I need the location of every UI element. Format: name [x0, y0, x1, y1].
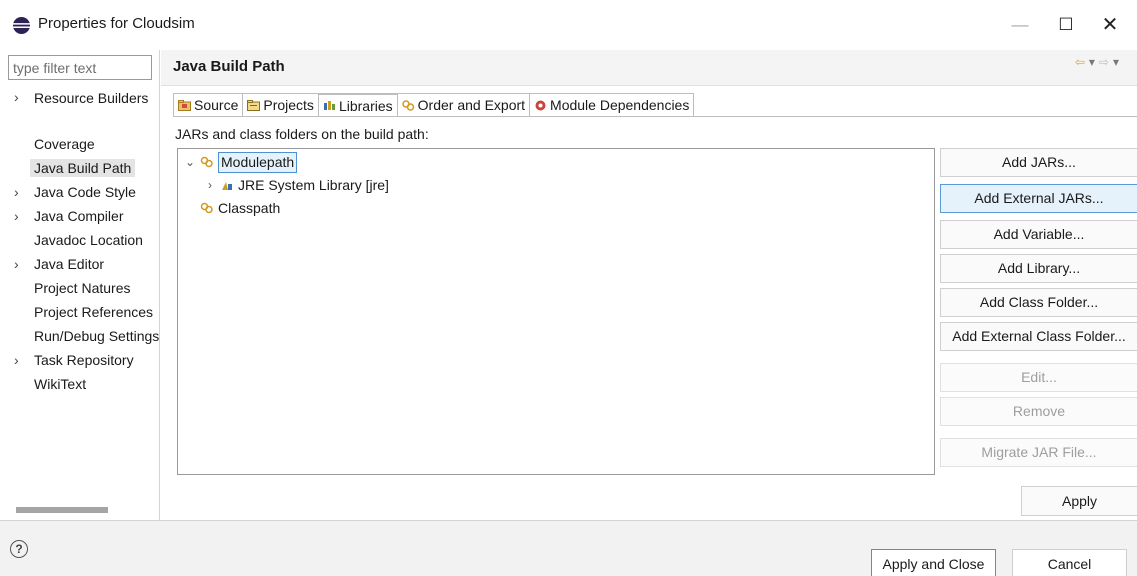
history-nav: ⇦▾⇨▾ [1075, 55, 1123, 69]
tree-item-java-code-style[interactable]: › Java Code Style [0, 180, 160, 204]
order-export-icon [401, 99, 414, 111]
minimize-button[interactable]: — [1000, 10, 1040, 40]
tree-item-label: Java Code Style [34, 184, 136, 200]
apply-button[interactable]: Apply [1021, 486, 1137, 516]
tree-item-javadoc-location[interactable]: Javadoc Location [0, 228, 160, 252]
filter-input[interactable] [8, 55, 152, 80]
tree-item-label: Java Compiler [34, 208, 124, 224]
tree-item-java-editor[interactable]: › Java Editor [0, 252, 160, 276]
module-dependencies-icon [535, 100, 546, 110]
tree-node-label: Classpath [218, 200, 281, 216]
cancel-button[interactable]: Cancel [1012, 549, 1127, 576]
tree-node-classpath[interactable]: Classpath [200, 197, 280, 219]
tree-item-label: Java Editor [34, 256, 105, 272]
tree-item-label: Coverage [34, 136, 95, 152]
eclipse-icon [12, 16, 31, 35]
library-icon [222, 182, 232, 190]
add-external-jars-button[interactable]: Add External JARs... [940, 184, 1137, 213]
tree-item-label: Javadoc Location [34, 232, 143, 248]
projects-icon [247, 99, 261, 111]
page-title: Java Build Path [173, 58, 285, 75]
chevron-right-icon[interactable]: › [14, 252, 19, 276]
tree-item-label: WikiText [34, 376, 87, 392]
help-icon[interactable]: ? [10, 540, 28, 558]
tree-item-run-debug-settings[interactable]: Run/Debug Settings [0, 324, 160, 348]
forward-dropdown-icon[interactable]: ▾ [1113, 55, 1123, 69]
source-folder-icon [178, 99, 191, 111]
edit-button[interactable]: Edit... [940, 363, 1137, 392]
tree-item-label: Resource Builders [34, 90, 149, 106]
tab-label: Module Dependencies [550, 97, 690, 113]
tree-item-resource-builders[interactable]: › Resource Builders [0, 86, 160, 132]
title-bar: Properties for Cloudsim — ☐ ✕ [0, 0, 1137, 50]
back-arrow-icon[interactable]: ⇦ [1075, 55, 1089, 69]
add-class-folder-button[interactable]: Add Class Folder... [940, 288, 1137, 317]
close-button[interactable]: ✕ [1090, 10, 1130, 40]
chevron-right-icon[interactable]: › [14, 204, 19, 228]
preferences-tree: › Resource Builders Coverage Java Build … [0, 86, 160, 396]
build-path-label: JARs and class folders on the build path… [175, 126, 429, 142]
tab-label: Projects [263, 97, 314, 113]
tree-item-java-build-path[interactable]: Java Build Path [0, 156, 160, 180]
tree-item-label: Task Repository [34, 352, 134, 368]
forward-arrow-icon[interactable]: ⇨ [1099, 55, 1113, 69]
libraries-icon [323, 101, 335, 110]
tab-source[interactable]: Source [173, 93, 244, 116]
add-library-button[interactable]: Add Library... [940, 254, 1137, 283]
horizontal-scrollbar[interactable] [16, 507, 108, 513]
tree-item-project-natures[interactable]: Project Natures [0, 276, 160, 300]
build-path-tabs: Source Projects Libraries Order and Expo… [173, 93, 695, 117]
tab-projects[interactable]: Projects [242, 93, 319, 116]
back-dropdown-icon[interactable]: ▾ [1089, 55, 1099, 69]
migrate-jar-button[interactable]: Migrate JAR File... [940, 438, 1137, 467]
path-container-icon [200, 202, 213, 214]
tree-item-label: Java Build Path [30, 159, 136, 177]
remove-button[interactable]: Remove [940, 397, 1137, 426]
tab-label: Source [194, 97, 239, 113]
tree-item-task-repository[interactable]: › Task Repository [0, 348, 160, 372]
tree-node-jre-system-library[interactable]: › JRE System Library [jre] [204, 174, 389, 196]
tree-node-modulepath[interactable]: ⌄ Modulepath [184, 151, 298, 173]
tree-node-label: Modulepath [218, 151, 298, 173]
chevron-right-icon[interactable]: › [204, 174, 216, 196]
window-title: Properties for Cloudsim [38, 15, 195, 32]
tree-item-label: Project Natures [34, 280, 131, 296]
tabs-divider [173, 116, 1137, 117]
add-external-class-folder-button[interactable]: Add External Class Folder... [940, 322, 1137, 351]
tree-node-label: JRE System Library [jre] [238, 177, 389, 193]
chevron-right-icon[interactable]: › [14, 86, 19, 108]
tree-item-label: Run/Debug Settings [34, 328, 160, 344]
maximize-button[interactable]: ☐ [1046, 10, 1086, 40]
tree-item-project-references[interactable]: Project References [0, 300, 160, 324]
tab-libraries[interactable]: Libraries [317, 93, 398, 116]
page-header: Java Build Path ⇦▾⇨▾ [161, 50, 1137, 86]
chevron-down-icon[interactable]: ⌄ [184, 151, 196, 173]
apply-and-close-button[interactable]: Apply and Close [871, 549, 996, 576]
add-jars-button[interactable]: Add JARs... [940, 148, 1137, 177]
chevron-right-icon[interactable]: › [14, 348, 19, 372]
build-path-tree[interactable]: ⌄ Modulepath › JRE System Library [jre] … [177, 148, 935, 475]
tab-order-and-export[interactable]: Order and Export [396, 93, 531, 116]
tab-module-dependencies[interactable]: Module Dependencies [529, 93, 695, 116]
tree-item-label: Project References [34, 304, 154, 320]
preferences-tree-panel: › Resource Builders Coverage Java Build … [0, 50, 160, 520]
tab-label: Libraries [338, 97, 393, 114]
chevron-right-icon[interactable]: › [14, 180, 19, 204]
tree-item-java-compiler[interactable]: › Java Compiler [0, 204, 160, 228]
tree-item-wikitext[interactable]: WikiText [0, 372, 160, 396]
tree-item-coverage[interactable]: Coverage [0, 132, 160, 156]
dialog-footer: ? Apply and Close Cancel [0, 520, 1137, 576]
tab-label: Order and Export [417, 97, 526, 113]
add-variable-button[interactable]: Add Variable... [940, 220, 1137, 249]
path-container-icon [200, 156, 213, 168]
